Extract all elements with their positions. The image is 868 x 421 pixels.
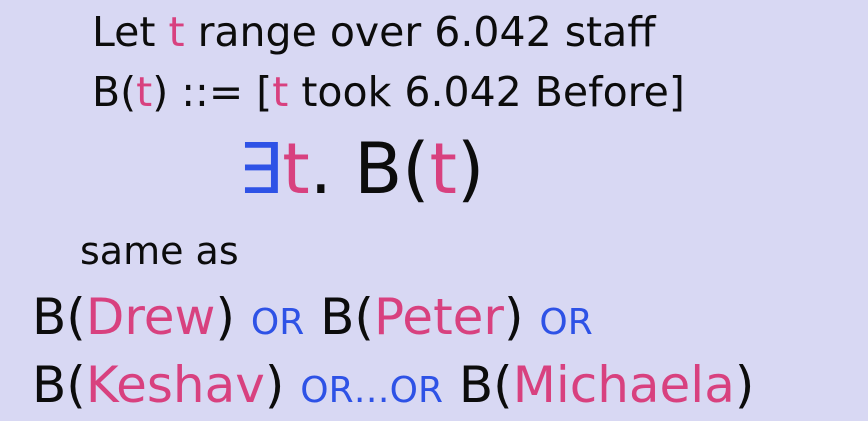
formula-close: ) (456, 128, 485, 210)
or-ellipsis-operator: OR…OR (300, 370, 443, 411)
predicate-open: B( (92, 68, 137, 116)
same-as-label: same as (80, 229, 239, 273)
or-operator: OR (539, 302, 593, 343)
let-prefix: Let (92, 8, 169, 56)
predicate-close: ) (504, 288, 524, 346)
predicate-open: B( (458, 356, 513, 414)
definition-body: took 6.042 Before] (288, 68, 685, 116)
predicate-open: B( (32, 288, 86, 346)
or-operator: OR (250, 302, 305, 343)
disjunction-line-1: B(Drew) OR B(Peter) OR (32, 292, 593, 342)
exists-quantifier: ∃ (238, 128, 283, 210)
disjunction-line-2: B(Keshav) OR…OR B(Michaela) (32, 360, 754, 410)
name-keshav: Keshav (85, 356, 265, 414)
variable-t: t (282, 128, 310, 210)
predicate-open: B( (320, 288, 374, 346)
name-peter: Peter (373, 288, 504, 346)
variable-t: t (272, 68, 289, 116)
predicate-definition: B(t) ::= [t took 6.042 Before] (92, 72, 685, 113)
variable-t: t (429, 128, 457, 210)
let-statement: Let t range over 6.042 staff (92, 12, 656, 53)
definition-symbol: ) ::= [ (152, 68, 273, 116)
variable-t: t (136, 68, 153, 116)
predicate-close: ) (264, 356, 285, 414)
predicate-open: B( (32, 356, 86, 414)
predicate-close: ) (734, 356, 755, 414)
predicate-close: ) (215, 288, 235, 346)
variable-t: t (168, 8, 185, 56)
name-michaela: Michaela (512, 356, 735, 414)
name-drew: Drew (85, 288, 216, 346)
slide: Let t range over 6.042 staff B(t) ::= [t… (0, 0, 868, 421)
let-suffix: range over 6.042 staff (184, 8, 656, 56)
formula-predicate-open: . B( (309, 128, 430, 210)
existential-formula: ∃t. B(t) (238, 134, 484, 204)
